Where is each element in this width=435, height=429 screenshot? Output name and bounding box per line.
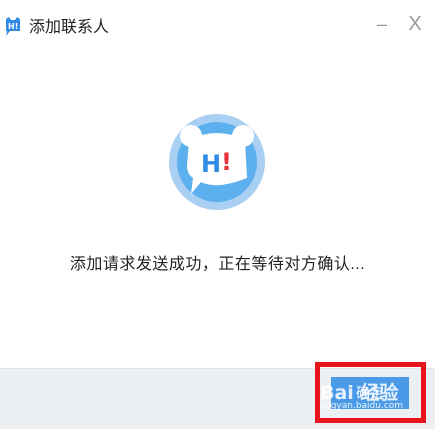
bear-chat-logo-icon: H ! bbox=[167, 110, 267, 220]
status-message: 添加请求发送成功，正在等待对方确认... bbox=[69, 256, 366, 273]
window-title: 添加联系人 bbox=[29, 19, 110, 36]
add-contact-dialog: H! 添加联系人 – X H ! 添加请求发送成功，正在等待对方确认... 确定… bbox=[0, 0, 435, 429]
logo-exclamation: ! bbox=[221, 148, 232, 176]
svg-text:H!: H! bbox=[8, 22, 18, 31]
minimize-button[interactable]: – bbox=[370, 12, 394, 36]
confirm-button[interactable]: 确定 bbox=[331, 377, 409, 409]
logo-h-letter: H bbox=[201, 150, 221, 178]
close-button[interactable]: X bbox=[403, 12, 427, 36]
title-bar: H! 添加联系人 – X bbox=[0, 0, 435, 50]
app-logo-icon: H! bbox=[4, 17, 22, 37]
